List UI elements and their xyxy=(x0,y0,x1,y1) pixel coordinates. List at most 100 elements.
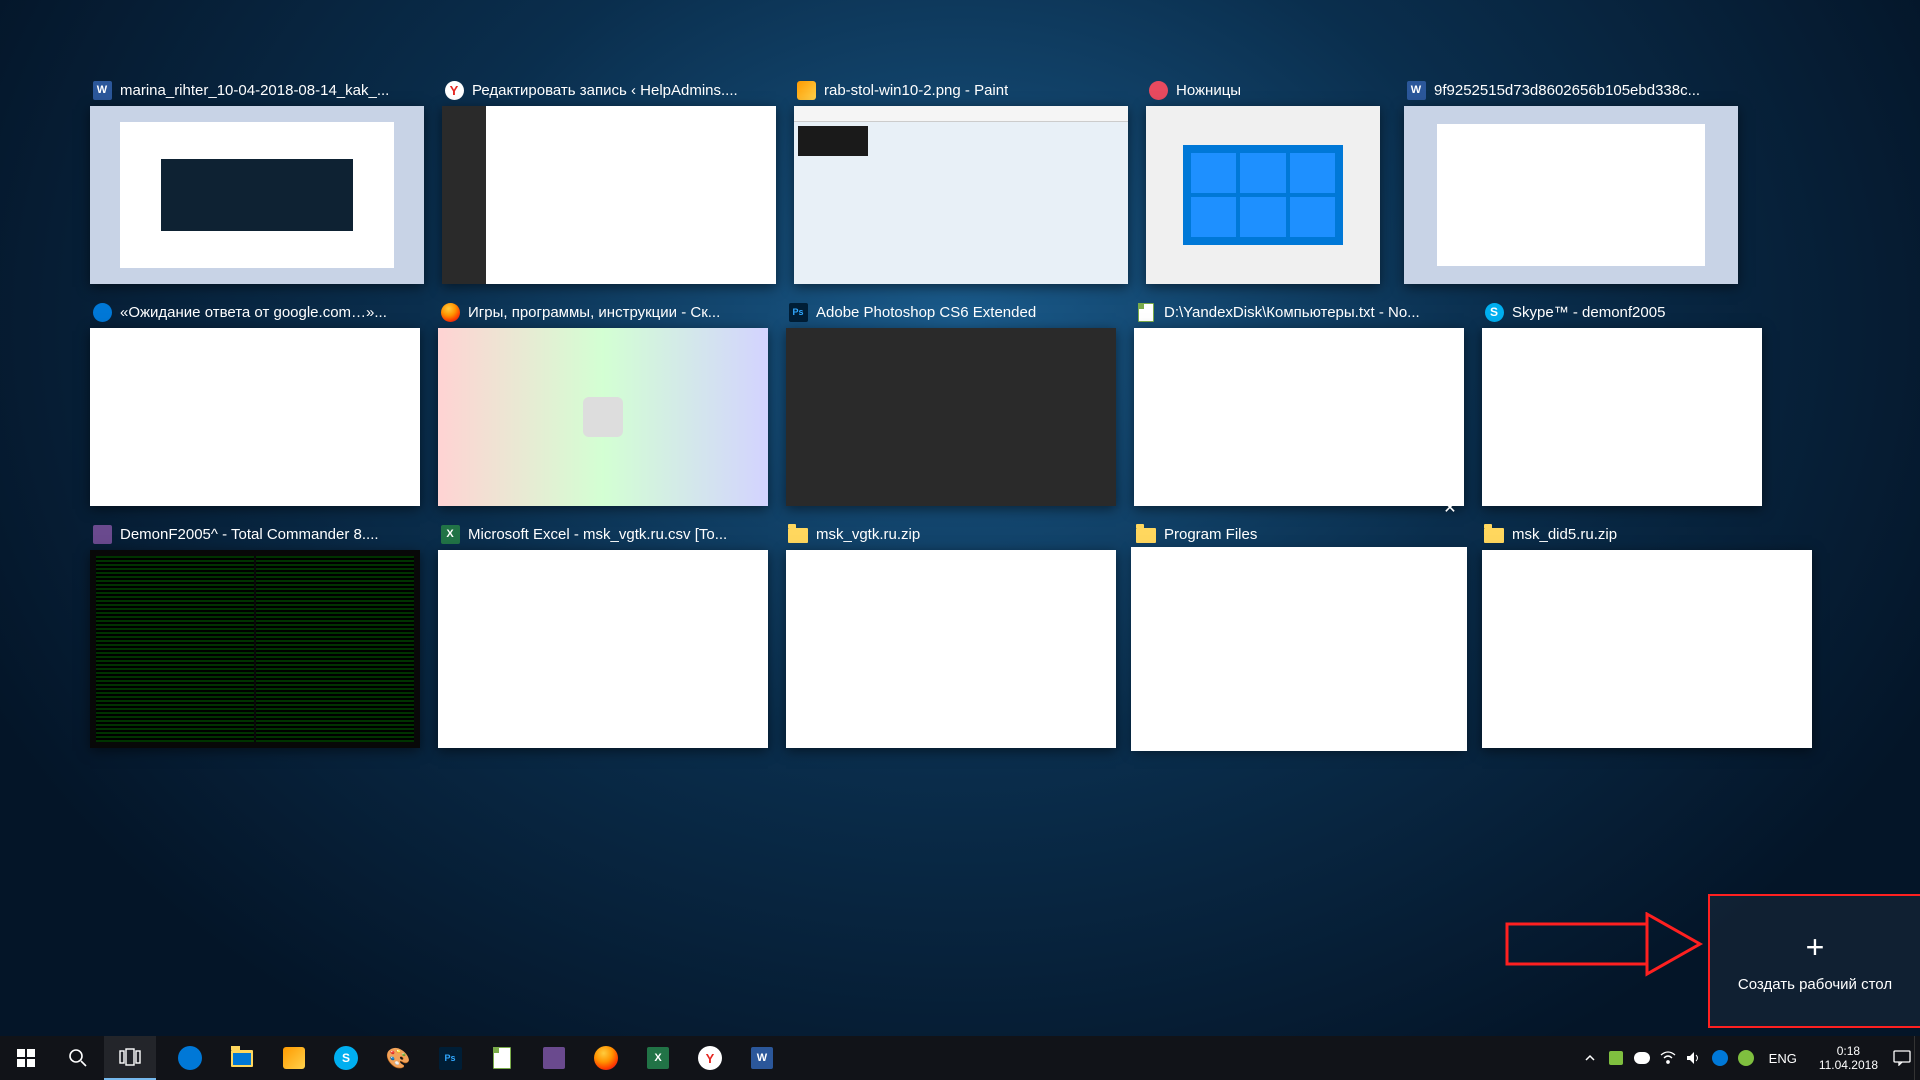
taskbar-skype[interactable]: S xyxy=(320,1036,372,1080)
tray-chevron-icon[interactable] xyxy=(1577,1036,1603,1080)
word-icon: W xyxy=(92,80,112,100)
window-title: msk_did5.ru.zip xyxy=(1512,526,1617,543)
window-card-edge[interactable]: «Ожидание ответа от google.com…»... xyxy=(90,302,420,506)
clock[interactable]: 0:18 11.04.2018 xyxy=(1807,1036,1890,1080)
taskbar-paint-brush[interactable]: 🎨 xyxy=(372,1036,424,1080)
window-card-zip-2[interactable]: msk_did5.ru.zip xyxy=(1482,524,1812,748)
folder-icon xyxy=(1484,524,1504,544)
task-view-row-1: W marina_rihter_10-04-2018-08-14_kak_...… xyxy=(90,80,1830,284)
window-card-photoshop[interactable]: Ps Adobe Photoshop CS6 Extended xyxy=(786,302,1116,506)
window-card-skype[interactable]: S Skype™ - demonf2005 xyxy=(1482,302,1762,506)
window-thumbnail[interactable] xyxy=(1146,106,1380,284)
window-title: Игры, программы, инструкции - Ск... xyxy=(468,304,720,321)
taskbar-right: ENG 0:18 11.04.2018 xyxy=(1577,1036,1920,1080)
window-thumbnail[interactable] xyxy=(438,328,768,506)
folder-icon xyxy=(788,524,808,544)
task-view-row-2: «Ожидание ответа от google.com…»... Игры… xyxy=(90,302,1830,506)
search-button[interactable] xyxy=(52,1036,104,1080)
window-thumbnail[interactable] xyxy=(794,106,1128,284)
window-title: 9f9252515d73d8602656b105ebd338c... xyxy=(1434,82,1700,99)
excel-icon: X xyxy=(440,524,460,544)
window-card-snipping[interactable]: Ножницы xyxy=(1146,80,1386,284)
new-desktop-label: Создать рабочий стол xyxy=(1738,976,1892,993)
window-title: marina_rihter_10-04-2018-08-14_kak_... xyxy=(120,82,389,99)
tray-volume-icon[interactable] xyxy=(1681,1036,1707,1080)
taskbar-apps: S 🎨 Ps X Y W xyxy=(164,1036,788,1080)
task-view-row-3: DemonF2005^ - Total Commander 8.... X Mi… xyxy=(90,524,1830,748)
skype-icon: S xyxy=(1484,302,1504,322)
notepad-icon xyxy=(1136,302,1156,322)
taskbar-left: S 🎨 Ps X Y W xyxy=(0,1036,788,1080)
clock-time: 0:18 xyxy=(1837,1044,1860,1058)
window-title: Adobe Photoshop CS6 Extended xyxy=(816,304,1036,321)
window-thumbnail[interactable] xyxy=(1482,328,1762,506)
taskbar-photoshop[interactable]: Ps xyxy=(424,1036,476,1080)
window-title: Program Files xyxy=(1164,526,1257,543)
new-desktop-button[interactable]: + Создать рабочий стол xyxy=(1710,896,1920,1026)
window-title: Редактировать запись ‹ HelpAdmins.... xyxy=(472,82,738,99)
window-thumbnail[interactable] xyxy=(90,328,420,506)
window-title: DemonF2005^ - Total Commander 8.... xyxy=(120,526,379,543)
window-title: Microsoft Excel - msk_vgtk.ru.csv [To... xyxy=(468,526,727,543)
window-card-firefox[interactable]: Игры, программы, инструкции - Ск... xyxy=(438,302,768,506)
folder-icon xyxy=(1136,524,1156,544)
clock-date: 11.04.2018 xyxy=(1819,1058,1878,1072)
language-indicator[interactable]: ENG xyxy=(1759,1051,1807,1066)
window-title: Ножницы xyxy=(1176,82,1241,99)
paint-icon xyxy=(796,80,816,100)
window-card-word-2[interactable]: W 9f9252515d73d8602656b105ebd338c... xyxy=(1404,80,1738,284)
close-window-button[interactable]: ✕ xyxy=(1438,496,1462,520)
window-thumbnail[interactable] xyxy=(786,328,1116,506)
start-button[interactable] xyxy=(0,1036,52,1080)
window-title: Skype™ - demonf2005 xyxy=(1512,304,1665,321)
window-thumbnail[interactable] xyxy=(786,550,1116,748)
window-title: D:\YandexDisk\Компьютеры.txt - No... xyxy=(1164,304,1420,321)
window-title: «Ожидание ответа от google.com…»... xyxy=(120,304,387,321)
window-title: msk_vgtk.ru.zip xyxy=(816,526,920,543)
edge-icon xyxy=(92,302,112,322)
plus-icon: + xyxy=(1806,929,1825,966)
window-card-totalcmd[interactable]: DemonF2005^ - Total Commander 8.... xyxy=(90,524,420,748)
show-desktop-button[interactable] xyxy=(1914,1036,1920,1080)
taskbar-edge[interactable] xyxy=(164,1036,216,1080)
tray-app-icon-1[interactable] xyxy=(1707,1036,1733,1080)
window-thumbnail[interactable] xyxy=(1404,106,1738,284)
taskbar-paint[interactable] xyxy=(268,1036,320,1080)
taskbar-explorer[interactable] xyxy=(216,1036,268,1080)
window-card-word-1[interactable]: W marina_rihter_10-04-2018-08-14_kak_... xyxy=(90,80,424,284)
taskbar-word[interactable]: W xyxy=(736,1036,788,1080)
window-card-notepad[interactable]: D:\YandexDisk\Компьютеры.txt - No... xyxy=(1134,302,1464,506)
window-thumbnail[interactable] xyxy=(1482,550,1812,748)
taskbar-totalcmd[interactable] xyxy=(528,1036,580,1080)
tray-yandex-disk-icon[interactable] xyxy=(1629,1036,1655,1080)
tray-wifi-icon[interactable] xyxy=(1655,1036,1681,1080)
window-thumbnail[interactable] xyxy=(90,550,420,748)
window-card-paint[interactable]: rab-stol-win10-2.png - Paint xyxy=(794,80,1128,284)
taskbar: S 🎨 Ps X Y W ENG 0:18 11.04.2018 xyxy=(0,1036,1920,1080)
taskbar-notepadpp[interactable] xyxy=(476,1036,528,1080)
yandex-browser-icon: Y xyxy=(444,80,464,100)
tray-sync-icon[interactable] xyxy=(1733,1036,1759,1080)
task-view: W marina_rihter_10-04-2018-08-14_kak_...… xyxy=(0,0,1920,1036)
taskbar-yandex[interactable]: Y xyxy=(684,1036,736,1080)
window-title: rab-stol-win10-2.png - Paint xyxy=(824,82,1008,99)
window-card-zip-1[interactable]: msk_vgtk.ru.zip xyxy=(786,524,1116,748)
taskbar-firefox[interactable] xyxy=(580,1036,632,1080)
firefox-icon xyxy=(440,302,460,322)
tray-defender-icon[interactable] xyxy=(1603,1036,1629,1080)
taskbar-excel[interactable]: X xyxy=(632,1036,684,1080)
window-thumbnail[interactable] xyxy=(1134,328,1464,506)
window-thumbnail[interactable] xyxy=(438,550,768,748)
window-thumbnail[interactable] xyxy=(1134,550,1464,748)
window-card-yandex[interactable]: Y Редактировать запись ‹ HelpAdmins.... xyxy=(442,80,776,284)
word-icon: W xyxy=(1406,80,1426,100)
annotation-arrow xyxy=(1505,912,1705,982)
photoshop-icon: Ps xyxy=(788,302,808,322)
action-center-button[interactable] xyxy=(1890,1036,1914,1080)
window-thumbnail[interactable] xyxy=(442,106,776,284)
snipping-tool-icon xyxy=(1148,80,1168,100)
window-card-excel[interactable]: X Microsoft Excel - msk_vgtk.ru.csv [To.… xyxy=(438,524,768,748)
window-thumbnail[interactable] xyxy=(90,106,424,284)
task-view-button[interactable] xyxy=(104,1036,156,1080)
window-card-program-files[interactable]: Program Files ✕ xyxy=(1134,524,1464,748)
